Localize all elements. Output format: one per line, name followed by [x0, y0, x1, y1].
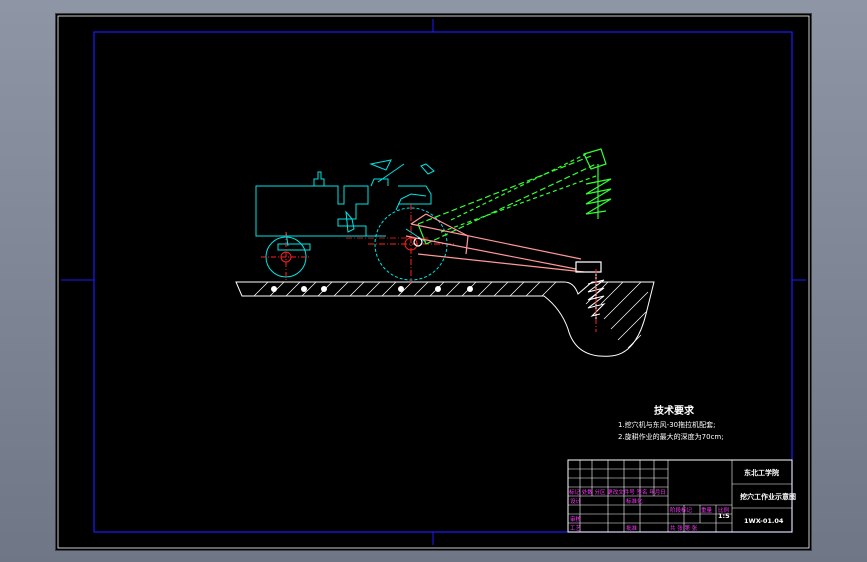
revision-header: 标记 处数 分区 更改文件号 签名 年月日 — [569, 488, 666, 496]
sheets-label: 共 张 第 张 — [670, 524, 698, 532]
designer-label: 设计 — [570, 497, 582, 505]
stage-label: 阶段标记 — [670, 506, 693, 514]
process-label: 工艺 — [570, 525, 582, 532]
drawing-name: 挖穴工作业示意图 — [740, 492, 796, 501]
approve-label: 批准 — [626, 524, 638, 532]
title-block: 东北工学院 挖穴工作业示意图 1WX-01.04 1:5 标记 处数 分区 更改… — [567, 459, 796, 533]
ground-section — [235, 281, 655, 357]
drawing-sheet: 技术要求 1.挖穴机与东风-30拖拉机配套; 2.旋耕作业的最大的深度为70cm… — [55, 13, 812, 551]
drawing-number: 1WX-01.04 — [744, 517, 784, 525]
tractor-wheels — [261, 193, 454, 284]
standardization-label: 标准化 — [626, 497, 643, 505]
auger-boom-raised — [417, 148, 612, 245]
technical-notes: 技术要求 1.挖穴机与东风-30拖拉机配套; 2.旋耕作业的最大的深度为70cm… — [618, 404, 724, 441]
auger-boom-working — [405, 213, 602, 273]
note-1: 1.挖穴机与东风-30拖拉机配套; — [618, 420, 715, 429]
review-label: 审核 — [570, 515, 582, 523]
notes-title: 技术要求 — [654, 404, 695, 417]
ratio-label: 比例 — [718, 506, 730, 514]
cad-drawing: 技术要求 1.挖穴机与东风-30拖拉机配套; 2.旋耕作业的最大的深度为70cm… — [57, 15, 810, 549]
weight-label: 重量 — [701, 506, 713, 514]
school-name: 东北工学院 — [744, 468, 779, 477]
note-2: 2.旋耕作业的最大的深度为70cm; — [618, 432, 724, 441]
auger-working — [587, 269, 606, 332]
